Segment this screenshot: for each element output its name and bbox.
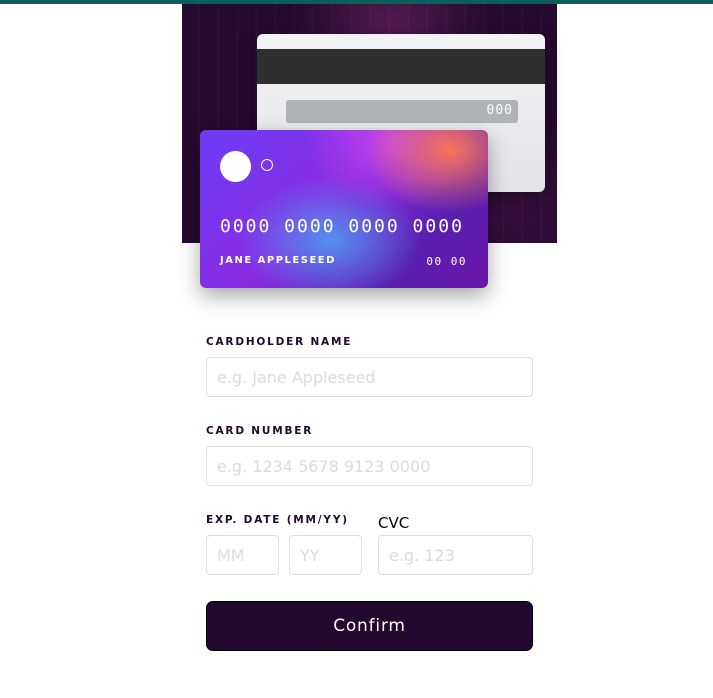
- card-name-display: JANE APPLESEED: [220, 255, 336, 266]
- signature-strip: 000: [286, 100, 518, 123]
- exp-year-input[interactable]: [289, 535, 362, 575]
- exp-date-label: EXP. DATE (MM/YY): [206, 514, 349, 526]
- card-front: 0000 0000 0000 0000 JANE APPLESEED 00 00: [200, 130, 488, 288]
- cvc-input[interactable]: [378, 535, 533, 575]
- cardholder-name-label: CARDHOLDER NAME: [206, 336, 353, 348]
- confirm-button[interactable]: Confirm: [206, 601, 533, 651]
- card-cvc-display: 000: [486, 103, 513, 118]
- card-exp-display: 00 00: [426, 255, 467, 268]
- card-logo-circle-icon: [220, 151, 251, 182]
- card-number-display: 0000 0000 0000 0000: [220, 216, 464, 237]
- card-logo-ring-icon: [261, 159, 273, 171]
- card-number-label: CARD NUMBER: [206, 425, 314, 437]
- card-number-input[interactable]: [206, 446, 533, 486]
- magnetic-stripe: [257, 49, 545, 84]
- exp-month-input[interactable]: [206, 535, 279, 575]
- cardholder-name-input[interactable]: [206, 357, 533, 397]
- cvc-label: CVC: [378, 514, 410, 532]
